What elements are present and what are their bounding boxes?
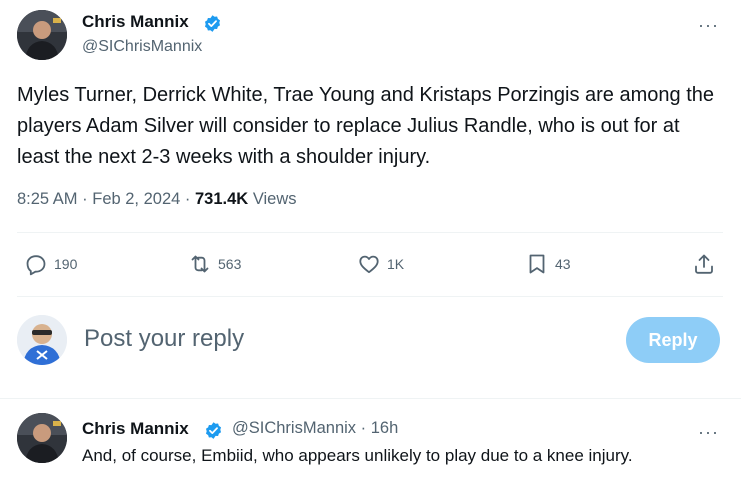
share-action-button[interactable] [692,251,722,277]
bookmark-action-button[interactable]: 43 [525,251,571,277]
views-count: 731.4K [195,190,249,208]
more-dots-icon[interactable]: ··· [698,423,719,441]
like-count: 1K [387,256,405,272]
reply-author-handle[interactable]: @SIChrisMannix [232,419,356,437]
bookmark-count: 43 [555,256,571,272]
like-action-button[interactable]: 1K [357,251,404,277]
meta-separator: · [184,190,195,208]
reply-age[interactable]: 16h [371,419,399,437]
divider [17,296,723,297]
tweet-date[interactable]: Feb 2, 2024 [92,190,180,208]
repost-action-button[interactable]: 563 [188,251,241,277]
repost-count: 563 [218,256,242,272]
reply-input[interactable]: Post your reply [84,325,244,353]
reply-author-meta: @SIChrisMannix · 16h [232,419,398,438]
verified-badge-icon [204,421,223,440]
author-avatar[interactable] [17,10,67,60]
tweet-meta: 8:25 AM · Feb 2, 2024 · 731.4K Views [17,190,297,209]
speech-bubble-icon [26,255,46,276]
bookmark-icon [529,254,545,274]
verified-badge-icon [203,14,222,33]
reply-tweet-text: And, of course, Embiid, who appears unli… [82,446,633,465]
reply-count: 190 [54,256,78,272]
repost-arrows-icon [191,255,209,273]
reply-action-button[interactable]: 190 [24,251,77,277]
share-upload-icon [695,254,713,274]
divider [17,232,723,233]
heart-icon [359,255,379,274]
section-separator [0,398,741,399]
current-user-avatar[interactable] [17,315,67,365]
author-handle[interactable]: @SIChrisMannix [82,38,202,56]
meta-separator: · [360,419,367,437]
author-name[interactable]: Chris Mannix [82,12,189,32]
views-label: Views [252,190,297,208]
tweet-time[interactable]: 8:25 AM [17,190,78,208]
tweet-text: Myles Turner, Derrick White, Trae Young … [17,84,715,168]
reply-author-avatar[interactable] [17,413,67,463]
meta-separator: · [82,190,93,208]
more-dots-icon[interactable]: ··· [698,16,719,34]
reply-author-name[interactable]: Chris Mannix [82,419,189,439]
reply-button[interactable]: Reply [626,317,720,363]
